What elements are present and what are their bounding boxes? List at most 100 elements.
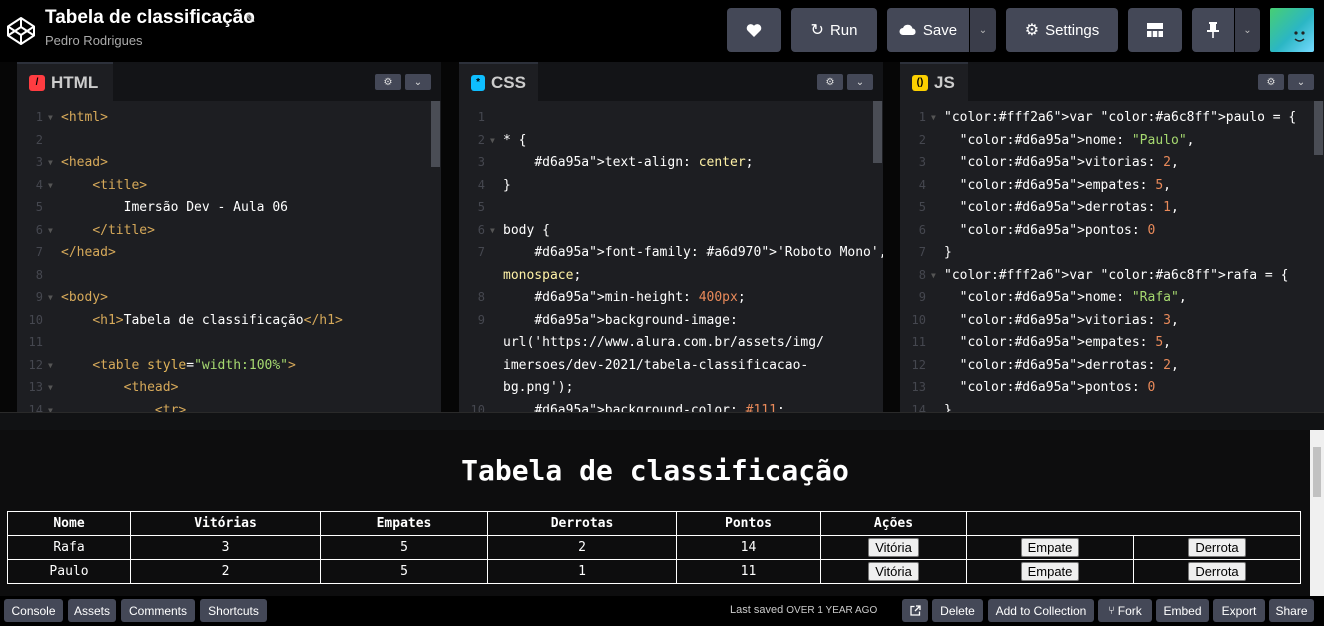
- vitoria-button[interactable]: Vitória: [868, 562, 919, 581]
- col-empates: Empates: [320, 511, 488, 536]
- derrota-button[interactable]: Derrota: [1188, 538, 1246, 557]
- fork-button[interactable]: ⑂ Fork: [1098, 599, 1152, 622]
- saved-prefix: Last saved: [730, 604, 787, 616]
- fold-arrow-icon[interactable]: ▼: [48, 113, 58, 122]
- external-link-icon: [909, 605, 921, 616]
- user-avatar[interactable]: [1270, 8, 1314, 52]
- assets-button[interactable]: Assets: [68, 599, 116, 622]
- preview-resizer[interactable]: [0, 412, 1324, 430]
- js-scrollbar[interactable]: [1314, 101, 1323, 155]
- cell-vitorias: 3: [130, 535, 321, 560]
- export-button[interactable]: Export: [1213, 599, 1265, 622]
- code-line: "color:#d6a95a">pontos: 0: [959, 222, 1156, 238]
- pin-button[interactable]: [1192, 8, 1234, 52]
- fold-arrow-icon[interactable]: ▼: [48, 181, 58, 190]
- code-line: }: [944, 402, 952, 413]
- preview-scrollbar-thumb[interactable]: [1313, 447, 1321, 497]
- line-number: 10: [470, 402, 485, 413]
- fold-arrow-icon[interactable]: ▼: [931, 271, 941, 280]
- cell-empates: 5: [320, 535, 488, 560]
- delete-button[interactable]: Delete: [932, 599, 983, 622]
- cell-derrotas: 2: [487, 535, 677, 560]
- col-pontos: Pontos: [676, 511, 821, 536]
- refresh-icon: ↻: [810, 22, 824, 39]
- save-button[interactable]: Save: [887, 8, 969, 52]
- html-code-area[interactable]: 1 ▼ <html> 2 3 ▼ <head> 4 ▼ <title> 5 Imersão Dev…: [17, 104, 441, 412]
- footer: Console Assets Comments Shortcuts Last s…: [0, 596, 1324, 626]
- html-tab[interactable]: / HTML: [17, 62, 113, 101]
- line-number: 4: [918, 177, 926, 192]
- line-number: 1: [918, 110, 926, 124]
- cell-nome: Rafa: [7, 535, 131, 560]
- line-number: 6: [477, 222, 485, 237]
- derrota-button[interactable]: Derrota: [1188, 562, 1246, 581]
- fold-arrow-icon[interactable]: ▼: [490, 136, 500, 145]
- table-row: Paulo 2 5 1 11 Vitória Empate Derrota: [7, 559, 1301, 584]
- edit-pencil-icon[interactable]: ✎: [245, 11, 256, 27]
- html-scrollbar[interactable]: [431, 101, 440, 167]
- codepen-logo-icon[interactable]: [6, 16, 36, 46]
- embed-button[interactable]: Embed: [1156, 599, 1209, 622]
- col-empty: [966, 511, 1301, 536]
- settings-button[interactable]: ⚙ Settings: [1006, 8, 1118, 52]
- css-collapse-button[interactable]: ⌄: [847, 74, 873, 90]
- console-button[interactable]: Console: [4, 599, 63, 622]
- js-code-area[interactable]: 1 ▼ "color:#fff2a6">var "color:#a6c8ff">pa…: [900, 104, 1324, 412]
- css-asterisk-icon: *: [471, 74, 486, 91]
- love-button[interactable]: [727, 8, 781, 52]
- shortcuts-button[interactable]: Shortcuts: [200, 599, 267, 622]
- fork-icon: ⑂: [1108, 604, 1115, 617]
- js-tabbar: () JS ⚙ ⌄: [900, 62, 1324, 101]
- line-number: 2: [918, 132, 926, 147]
- js-tab[interactable]: () JS: [900, 62, 968, 101]
- css-settings-button[interactable]: ⚙: [817, 74, 843, 90]
- css-scrollbar[interactable]: [873, 101, 882, 163]
- css-code-area[interactable]: 1 2 ▼ * {3 #d6a95a">text-align: center; 4} 5 6…: [459, 104, 883, 412]
- heart-icon: [746, 23, 762, 37]
- fold-arrow-icon[interactable]: ▼: [48, 158, 58, 167]
- cell-derrotas: 1: [487, 559, 677, 584]
- fold-arrow-icon[interactable]: ▼: [48, 383, 58, 392]
- html-editor-pane: / HTML ⚙ ⌄ 1 ▼ <html> 2 3 ▼ <head> 4 ▼ <title> 5 …: [17, 62, 441, 412]
- js-settings-button[interactable]: ⚙: [1258, 74, 1284, 90]
- js-editor-pane: () JS ⚙ ⌄ 1 ▼ "color:#fff2a6">var "color:#…: [900, 62, 1324, 412]
- line-number: 9: [35, 290, 43, 304]
- share-button[interactable]: Share: [1269, 599, 1314, 622]
- open-external-button[interactable]: [902, 599, 928, 622]
- add-to-collection-button[interactable]: Add to Collection: [988, 599, 1094, 622]
- author-name[interactable]: Pedro Rodrigues: [45, 33, 143, 48]
- fold-arrow-icon[interactable]: ▼: [48, 293, 58, 302]
- change-view-button[interactable]: [1128, 8, 1182, 52]
- fold-arrow-icon[interactable]: ▼: [931, 113, 941, 122]
- code-line: "color:#d6a95a">pontos: 0: [959, 380, 1156, 395]
- settings-label: Settings: [1045, 21, 1100, 39]
- cell-pontos: 14: [676, 535, 821, 560]
- js-collapse-button[interactable]: ⌄: [1288, 74, 1314, 90]
- line-number: 4: [35, 177, 43, 192]
- save-dropdown-button[interactable]: ⌄: [970, 8, 996, 52]
- cloud-icon: [899, 24, 916, 35]
- code-line: <html>: [61, 110, 108, 125]
- chevron-down-icon: ⌄: [1243, 24, 1252, 36]
- line-number: 1: [35, 110, 43, 124]
- css-tab-label: CSS: [491, 72, 526, 92]
- css-tab[interactable]: * CSS: [459, 62, 538, 101]
- html-settings-button[interactable]: ⚙: [375, 74, 401, 90]
- line-number: 2: [35, 132, 43, 147]
- html-collapse-button[interactable]: ⌄: [405, 74, 431, 90]
- pen-title[interactable]: Tabela de classificação: [45, 7, 255, 29]
- code-line: "color:#d6a95a">nome: "Paulo",: [959, 132, 1195, 148]
- fold-arrow-icon[interactable]: ▼: [490, 226, 500, 235]
- comments-button[interactable]: Comments: [121, 599, 195, 622]
- run-button[interactable]: ↻ Run: [791, 8, 877, 52]
- pin-dropdown-button[interactable]: ⌄: [1235, 8, 1260, 52]
- fold-arrow-icon[interactable]: ▼: [48, 226, 58, 235]
- chevron-down-icon: ⌄: [1296, 76, 1306, 88]
- empate-button[interactable]: Empate: [1020, 562, 1080, 581]
- vitoria-button[interactable]: Vitória: [868, 538, 919, 557]
- cell-empates: 5: [320, 559, 488, 584]
- fold-arrow-icon[interactable]: ▼: [48, 361, 58, 370]
- code-line: bg.png');: [503, 380, 574, 395]
- code-line: "color:#d6a95a">derrotas: 2,: [959, 357, 1179, 373]
- empate-button[interactable]: Empate: [1020, 538, 1080, 557]
